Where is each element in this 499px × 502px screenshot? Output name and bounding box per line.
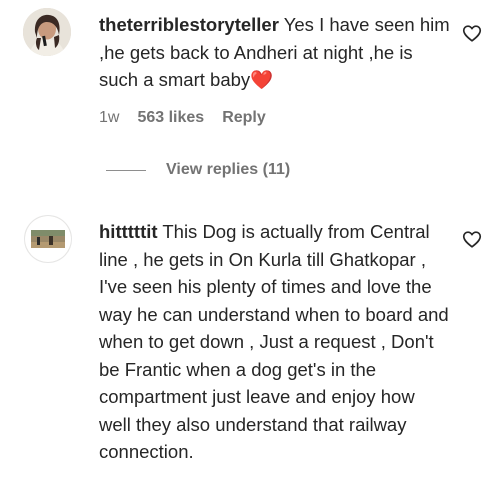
heart-outline-icon[interactable] bbox=[461, 228, 483, 250]
likes-count[interactable]: 563 likes bbox=[137, 109, 204, 127]
view-replies-button[interactable]: View replies (11) bbox=[106, 158, 290, 182]
heart-outline-icon[interactable] bbox=[461, 22, 483, 44]
comment-body: This Dog is actually from Central line ,… bbox=[99, 221, 449, 462]
comment-text-block: theterriblestoryteller Yes I have seen h… bbox=[99, 11, 451, 94]
divider-line bbox=[106, 169, 146, 171]
comment-text-block: hitttttit This Dog is actually from Cent… bbox=[99, 218, 451, 466]
avatar[interactable] bbox=[23, 8, 71, 56]
view-replies-label: View replies (11) bbox=[166, 161, 291, 178]
comment-username[interactable]: hitttttit bbox=[99, 221, 158, 242]
heart-emoji: ❤️ bbox=[250, 69, 274, 90]
comment-time: 1w bbox=[99, 109, 120, 126]
reply-button[interactable]: Reply bbox=[222, 109, 266, 127]
avatar[interactable] bbox=[24, 215, 72, 263]
comment-username[interactable]: theterriblestoryteller bbox=[99, 14, 279, 35]
comment-meta: 1w 563 likes Reply bbox=[99, 107, 266, 129]
